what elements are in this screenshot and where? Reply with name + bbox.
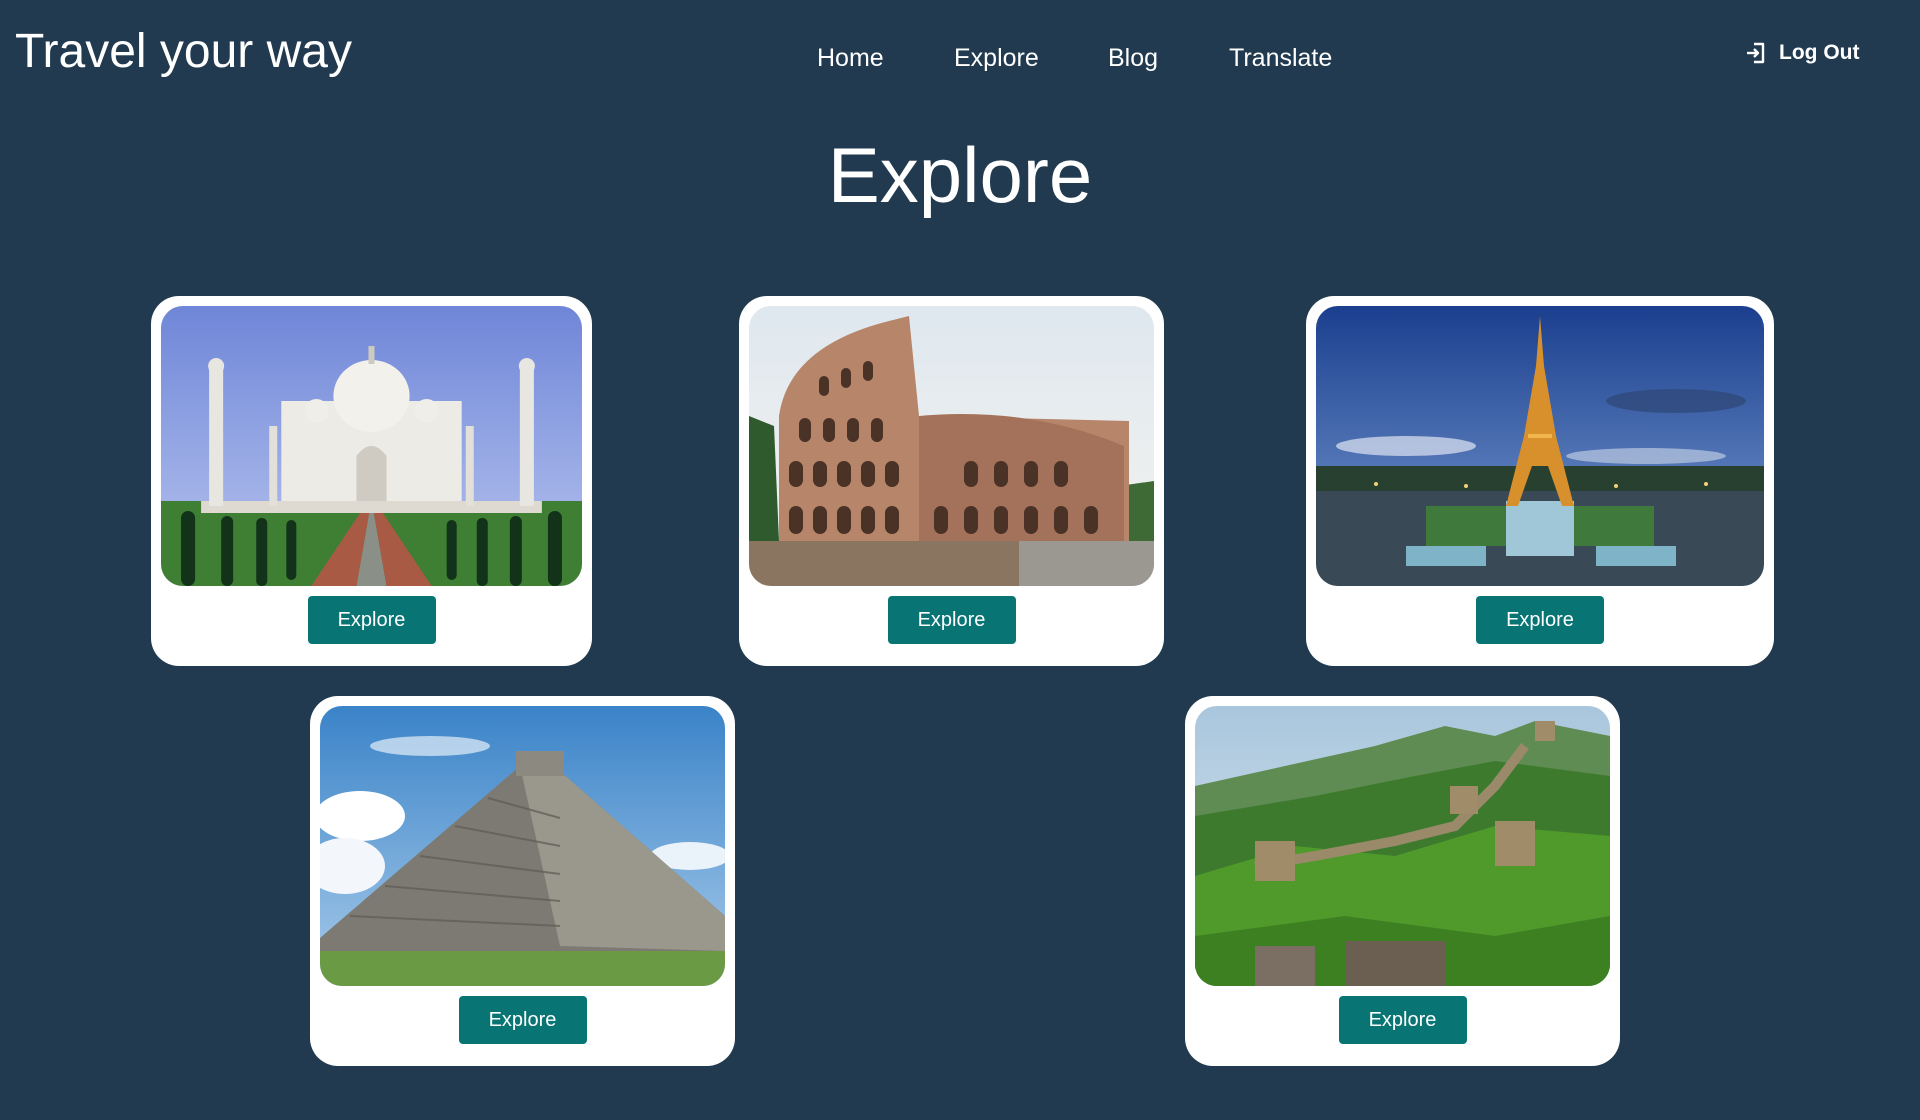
explore-button-eiffel-tower[interactable]: Explore: [1476, 596, 1604, 644]
nav-blog[interactable]: Blog: [1108, 38, 1158, 78]
destination-card-eiffel-tower: Explore: [1306, 296, 1774, 666]
log-in-arrow-icon: [1747, 42, 1765, 64]
nav-explore[interactable]: Explore: [954, 38, 1039, 78]
destination-card-colosseum: Explore: [739, 296, 1164, 666]
destination-card-chichen-itza: Explore: [310, 696, 735, 1066]
destination-card-taj-mahal: Explore: [151, 296, 592, 666]
explore-button-colosseum[interactable]: Explore: [887, 596, 1016, 644]
colosseum-photo: [749, 306, 1154, 586]
logout-button[interactable]: Log Out: [1745, 38, 1859, 68]
nav-translate[interactable]: Translate: [1229, 38, 1332, 78]
taj-mahal-photo: [161, 306, 582, 586]
great-wall-photo: [1195, 706, 1610, 986]
page-title: Explore: [827, 131, 1093, 219]
chichen-itza-pyramid-photo: [320, 706, 725, 986]
eiffel-tower-photo: [1316, 306, 1764, 586]
explore-button-taj-mahal[interactable]: Explore: [307, 596, 436, 644]
explore-button-chichen-itza[interactable]: Explore: [458, 996, 587, 1044]
main-nav: Home Explore Blog Translate: [0, 38, 1920, 78]
explore-button-great-wall[interactable]: Explore: [1338, 996, 1467, 1044]
logout-label: Log Out: [1779, 41, 1860, 64]
nav-home[interactable]: Home: [817, 38, 884, 78]
destination-card-great-wall: Explore: [1185, 696, 1620, 1066]
